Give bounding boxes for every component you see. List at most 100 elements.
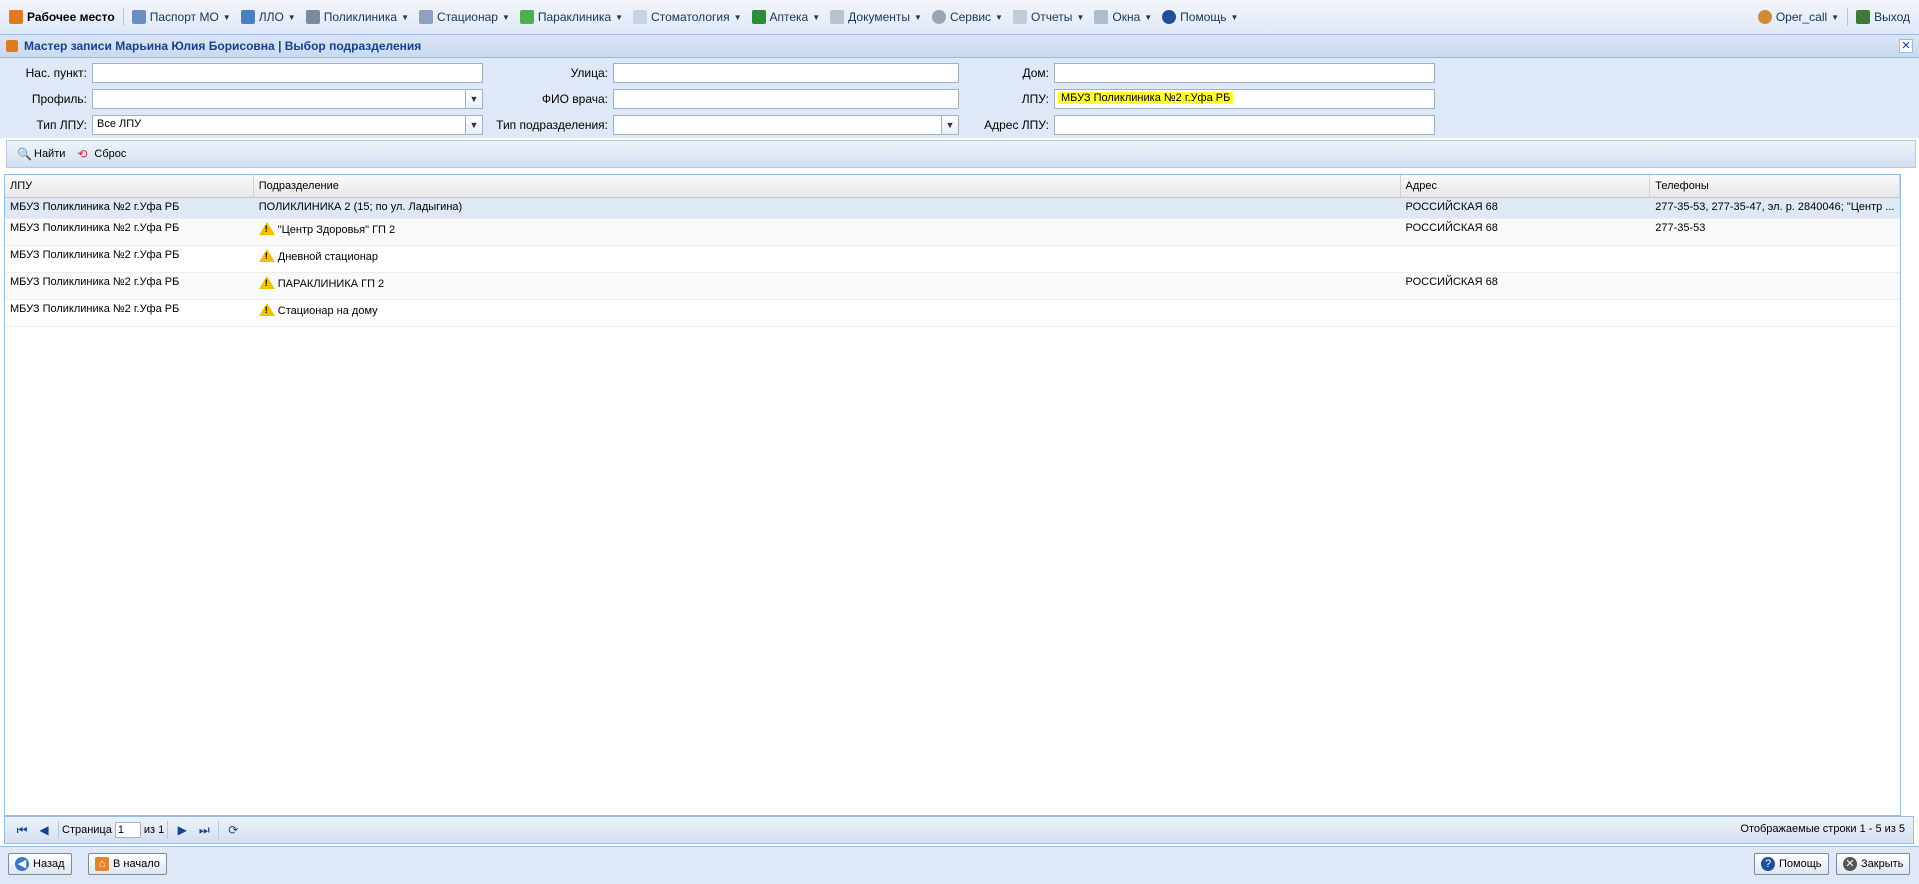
menu-separator [1847,8,1849,26]
user-icon [1757,10,1772,24]
pager-separator [167,821,169,839]
menu-documents-label: Документы [848,10,911,24]
menu-service[interactable]: Сервис ▼ [927,4,1008,30]
first-page-icon[interactable]: ⏮ [14,822,30,838]
next-page-icon[interactable]: ▶ [174,822,190,838]
lpu-type-label: Тип ЛПУ: [36,118,87,132]
magnifier-icon: 🔍 [17,147,32,161]
back-button-label: Назад [33,858,65,870]
menu-help-label: Помощь [1180,10,1227,24]
cell-department: Дневной стационар [254,246,1401,272]
menu-hospital[interactable]: Стационар ▼ [414,4,515,30]
settlement-input[interactable] [92,63,483,83]
flask-icon [519,10,534,24]
refresh-icon[interactable]: ⟳ [225,822,241,838]
paging-toolbar: ⏮ ◀ Страница из 1 ▶ ⏭ ⟳ Отображаемые стр… [4,816,1914,844]
help-button[interactable]: ? Помощь [1754,853,1829,875]
lpu-address-label: Адрес ЛПУ: [984,118,1049,132]
pager-separator [218,821,220,839]
llo-icon [240,10,255,24]
page-of-label: из 1 [143,824,165,836]
doctor-input[interactable] [613,89,959,109]
find-button[interactable]: 🔍 Найти [11,143,71,165]
lpu-input[interactable]: МБУЗ Поликлиника №2 г.Уфа РБ [1054,89,1435,109]
cell-address: РОССИЙСКАЯ 68 [1405,201,1498,213]
cell-department: Стационар на дому [254,300,1401,326]
cell-phones [1650,273,1900,299]
window-close-button[interactable]: ✕ [1899,39,1913,53]
cell-department: "Центр Здоровья" ГП 2 [254,219,1401,245]
menu-reports[interactable]: Отчеты ▼ [1008,4,1089,30]
reset-button[interactable]: ⟲ Сброс [71,143,132,165]
column-phones[interactable]: Телефоны [1650,175,1900,198]
menu-documents[interactable]: Документы ▼ [825,4,927,30]
pager-separator [58,821,59,839]
profile-combo[interactable]: ▼ [92,89,483,109]
house-input[interactable] [1054,63,1435,83]
filter-panel: Нас. пункт: Улица: Дом: Профиль: ▼ ФИО в… [0,58,1919,138]
table-row[interactable]: МБУЗ Поликлиника №2 г.Уфа РБ Стационар н… [5,300,1900,327]
menu-dentistry-label: Стоматология [651,10,730,24]
exit-icon [1856,10,1871,24]
menu-dentistry[interactable]: Стоматология ▼ [628,4,746,30]
home-button[interactable]: ⌂ В начало [88,853,167,875]
chevron-down-icon[interactable]: ▼ [941,116,958,134]
chevron-down-icon: ▼ [995,12,1003,22]
close-button[interactable]: ✕ Закрыть [1836,853,1911,875]
doctor-label: ФИО врача: [541,92,608,106]
lpu-address-input[interactable] [1054,115,1435,135]
last-page-icon[interactable]: ⏭ [196,822,212,838]
help-icon [1162,10,1177,24]
column-department[interactable]: Подразделение [254,175,1401,198]
cell-department: ПОЛИКЛИНИКА 2 (15; по ул. Ладыгина) [258,201,463,213]
footer-bar: ◀ Назад ⌂ В начало ? Помощь ✕ Закрыть [0,846,1919,884]
street-input[interactable] [613,63,959,83]
pharmacy-icon [751,10,766,24]
cell-address [1401,246,1651,272]
chevron-down-icon: ▼ [1230,12,1239,22]
menu-pharmacy[interactable]: Аптека ▼ [747,4,826,30]
menu-user[interactable]: Oper_call ▼ [1753,4,1844,30]
home-button-label: В начало [113,858,160,870]
dept-type-combo[interactable]: ▼ [613,115,959,135]
table-row[interactable]: МБУЗ Поликлиника №2 г.Уфа РБ ПАРАКЛИНИКА… [5,273,1900,300]
menu-polyclinic[interactable]: Поликлиника ▼ [301,4,414,30]
table-row[interactable]: МБУЗ Поликлиника №2 г.Уфа РБ "Центр Здор… [5,219,1900,246]
find-button-label: Найти [34,148,66,160]
cell-lpu: МБУЗ Поликлиника №2 г.Уфа РБ [10,276,180,288]
cell-department-text: Дневной стационар [277,251,379,263]
chevron-down-icon[interactable]: ▼ [465,90,482,108]
menu-windows-label: Окна [1112,10,1141,24]
cell-address: РОССИЙСКАЯ 68 [1405,276,1498,288]
menu-reports-label: Отчеты [1030,10,1073,24]
table-row[interactable]: МБУЗ Поликлиника №2 г.Уфа РБ Дневной ста… [5,246,1900,273]
document-icon [830,10,845,24]
table-row[interactable]: МБУЗ Поликлиника №2 г.Уфа РБ ПОЛИКЛИНИКА… [5,198,1900,219]
menu-windows[interactable]: Окна ▼ [1089,4,1157,30]
paging-info: Отображаемые строки 1 - 5 из 5 [1740,823,1905,835]
back-button[interactable]: ◀ Назад [8,853,72,875]
menu-llo[interactable]: ЛЛО ▼ [236,4,301,30]
lpu-value: МБУЗ Поликлиника №2 г.Уфа РБ [1058,92,1234,104]
lpu-type-value: Все ЛПУ [97,118,142,130]
menu-hospital-label: Стационар [437,10,498,24]
menu-help[interactable]: Помощь ▼ [1157,4,1243,30]
menu-passport[interactable]: Паспорт МО ▼ [127,4,236,30]
windows-icon [1094,10,1109,24]
grid-toolbar: 🔍 Найти ⟲ Сброс [6,140,1916,168]
prev-page-icon[interactable]: ◀ [36,822,52,838]
cell-phones [1650,246,1900,272]
lpu-type-combo[interactable]: Все ЛПУ ▼ [92,115,483,135]
menu-workplace-label: Рабочее место [27,10,115,24]
warning-icon [258,249,275,262]
wizard-icon [6,40,18,52]
menu-paraclinic[interactable]: Параклиника ▼ [515,4,628,30]
cell-department-text: "Центр Здоровья" ГП 2 [277,224,396,236]
column-address[interactable]: Адрес [1401,175,1651,198]
menu-workplace[interactable]: Рабочее место [4,4,120,30]
passport-icon [131,10,146,24]
column-lpu[interactable]: ЛПУ [5,175,254,198]
page-number-input[interactable] [114,822,141,838]
reset-button-label: Сброс [94,148,127,160]
menu-exit[interactable]: Выход [1851,4,1915,30]
